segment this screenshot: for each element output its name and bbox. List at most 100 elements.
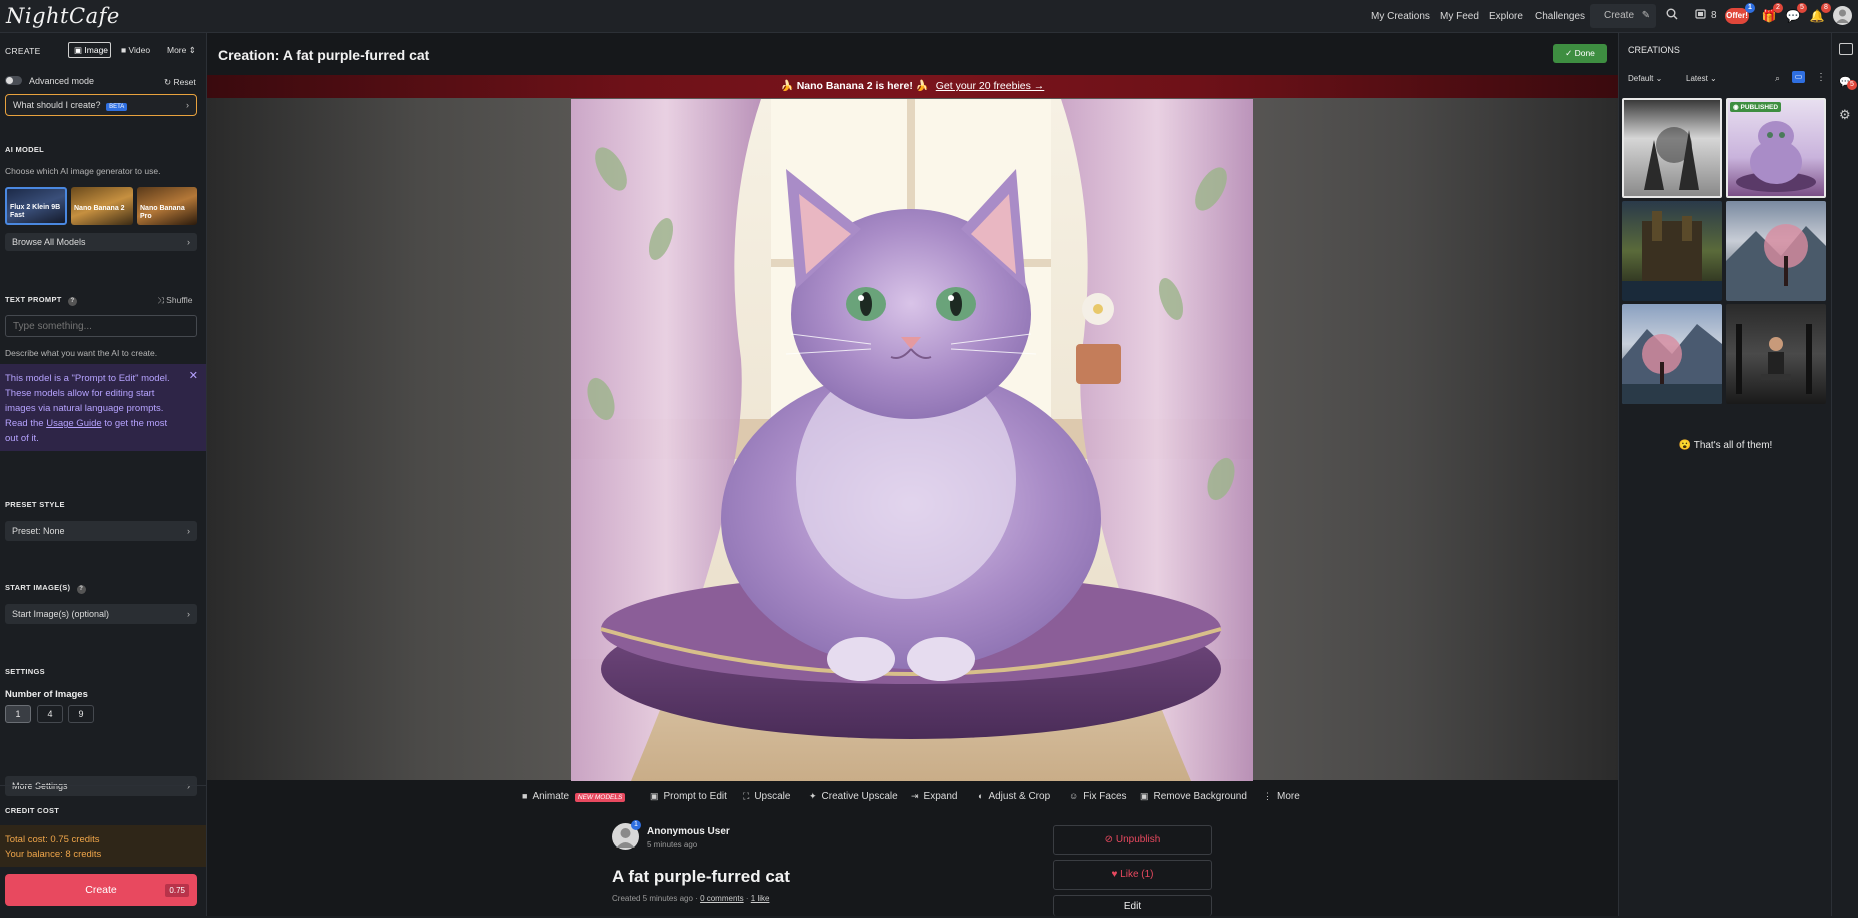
more-settings-button[interactable]: More Settings › — [5, 776, 197, 796]
tab-video[interactable]: ■ Video — [121, 45, 150, 55]
reset-label: Reset — [173, 77, 196, 87]
nav-my-feed[interactable]: My Feed — [1440, 11, 1479, 22]
creation-thumbnail[interactable] — [1622, 98, 1722, 198]
help-icon[interactable]: ? — [68, 297, 78, 306]
settings-title: SETTINGS — [5, 667, 45, 676]
browse-models-label: Browse All Models — [12, 237, 86, 247]
creation-thumbnail[interactable] — [1726, 304, 1826, 404]
gear-icon[interactable]: ⚙ — [1839, 107, 1851, 123]
comments-link[interactable]: 0 comments — [700, 894, 744, 903]
help-icon[interactable]: ? — [76, 585, 86, 594]
what-should-i-create-button[interactable]: What should I create? BETA › — [5, 94, 197, 116]
eye-off-icon: ⊘ — [1104, 834, 1116, 845]
model-card-flux[interactable]: Flux 2 Klein 9B Fast — [5, 187, 67, 225]
remove-background-label: Remove Background — [1153, 791, 1247, 802]
edit-button[interactable]: Edit — [1053, 895, 1212, 916]
sort-default-dropdown[interactable]: Default ⌄ — [1628, 74, 1662, 83]
animate-button[interactable]: ■ Animate NEW MODELS — [522, 788, 626, 805]
gallery-panel-icon[interactable] — [1839, 43, 1853, 55]
num-images-option-1[interactable]: 1 — [5, 705, 31, 723]
model-card-nano-banana-pro[interactable]: Nano Banana Pro — [137, 187, 197, 225]
remove-background-button[interactable]: ▣ Remove Background — [1140, 788, 1247, 805]
creation-thumbnail[interactable] — [1726, 201, 1826, 301]
expand-button[interactable]: ⇥ Expand — [911, 788, 957, 805]
done-button[interactable]: ✓ Done — [1553, 44, 1607, 63]
more-vertical-icon: ⋮ — [1263, 791, 1272, 801]
nav-create-button[interactable]: Create ✎ — [1590, 4, 1656, 28]
nav-my-creations[interactable]: My Creations — [1371, 11, 1430, 22]
tab-more[interactable]: More ⇕ — [167, 45, 196, 56]
model-name: Nano Banana 2 — [74, 205, 125, 212]
folder-icon[interactable]: ▭ — [1792, 71, 1805, 83]
chat-icon[interactable]: 💬 5 — [1785, 3, 1807, 24]
chevron-updown-icon: ⇕ — [188, 45, 196, 55]
reset-button[interactable]: ↻ Reset — [164, 77, 196, 88]
search-icon[interactable] — [1664, 8, 1680, 24]
gift-icon[interactable]: 🎁 2 — [1761, 3, 1783, 24]
offer-button[interactable]: Offer! 1 — [1725, 3, 1755, 24]
offer-badge: 1 — [1745, 3, 1755, 13]
creation-image[interactable] — [571, 99, 1253, 781]
adjust-crop-button[interactable]: ◐ Adjust & Crop — [978, 788, 1050, 805]
user-avatar[interactable]: 1 — [612, 820, 641, 850]
nav-create-label: Create — [1604, 10, 1635, 21]
beta-badge: BETA — [106, 103, 128, 111]
nav-explore[interactable]: Explore — [1489, 11, 1523, 22]
shuffle-button[interactable]: ⤨ Shuffle — [157, 295, 192, 306]
expand-label: Expand — [923, 791, 958, 802]
search-icon[interactable]: ⌕ — [1775, 73, 1780, 84]
prompt-to-edit-button[interactable]: ▣ Prompt to Edit — [650, 788, 727, 805]
nav-challenges[interactable]: Challenges — [1535, 11, 1585, 22]
model-card-nano-banana-2[interactable]: Nano Banana 2 — [71, 187, 133, 225]
start-images-title: START IMAGE(S) ? — [5, 583, 86, 594]
model-name: Nano Banana Pro — [140, 205, 185, 220]
create-button-label: Create — [85, 884, 117, 896]
start-images-select[interactable]: Start Image(s) (optional) › — [5, 604, 197, 624]
tab-image[interactable]: ▣ Image — [68, 42, 111, 58]
num-images-option-9[interactable]: 9 — [68, 705, 94, 723]
text-prompt-title-text: TEXT PROMPT — [5, 295, 62, 304]
shuffle-label: Shuffle — [166, 295, 193, 305]
page-title: Creation: A fat purple-furred cat — [218, 47, 430, 63]
close-icon[interactable]: ✕ — [189, 369, 198, 384]
user-name[interactable]: Anonymous User — [647, 826, 730, 837]
num-images-option-4[interactable]: 4 — [37, 705, 63, 723]
credits-icon[interactable] — [1693, 8, 1709, 24]
like-button[interactable]: ♥ Like (1) — [1053, 860, 1212, 890]
chevron-right-icon: › — [187, 526, 190, 536]
tab-more-label: More — [167, 45, 187, 55]
bell-icon[interactable]: 🔔 8 — [1809, 3, 1831, 24]
banner-text: 🍌 Nano Banana 2 is here! 🍌 — [780, 80, 929, 92]
avatar[interactable] — [1833, 6, 1852, 25]
gift-badge: 2 — [1773, 3, 1783, 13]
nightcafe-logo[interactable]: NightCafe — [6, 4, 120, 28]
create-button[interactable]: Create 0.75 — [5, 874, 197, 906]
likes-link[interactable]: 1 like — [751, 894, 770, 903]
your-balance: Your balance: 8 credits — [5, 849, 102, 860]
created-time: Created 5 minutes ago — [612, 894, 693, 903]
usage-guide-link[interactable]: Usage Guide — [46, 418, 101, 429]
chat-badge: 5 — [1847, 80, 1857, 90]
more-tools-button[interactable]: ⋮ More — [1263, 788, 1300, 805]
ai-model-desc: Choose which AI image generator to use. — [5, 166, 161, 176]
advanced-mode-label: Advanced mode — [29, 76, 95, 86]
creative-upscale-button[interactable]: ✦ Creative Upscale — [809, 788, 898, 805]
prompt-input[interactable] — [5, 315, 197, 337]
creation-thumbnail[interactable] — [1622, 304, 1722, 404]
bell-badge: 8 — [1821, 3, 1831, 13]
sort-latest-dropdown[interactable]: Latest ⌄ — [1686, 74, 1717, 83]
banner-link[interactable]: Get your 20 freebies → — [936, 80, 1045, 92]
more-vertical-icon[interactable]: ⋮ — [1816, 72, 1826, 83]
unpublish-button[interactable]: ⊘ Unpublish — [1053, 825, 1212, 855]
fix-faces-button[interactable]: ☺ Fix Faces — [1069, 788, 1127, 805]
creation-thumbnail[interactable] — [1622, 201, 1722, 301]
upscale-button[interactable]: ⛶ Upscale — [743, 788, 790, 805]
chat-icon[interactable]: 💬 5 — [1839, 77, 1857, 90]
chat-badge: 5 — [1797, 3, 1807, 13]
creation-thumbnail-selected[interactable]: ◉ PUBLISHED — [1726, 98, 1826, 198]
browse-all-models-button[interactable]: Browse All Models › — [5, 233, 197, 251]
advanced-mode-toggle[interactable] — [5, 76, 22, 85]
start-images-value: Start Image(s) (optional) — [12, 609, 110, 619]
preset-style-select[interactable]: Preset: None › — [5, 521, 197, 541]
chevron-down-icon: ⌄ — [1710, 74, 1717, 83]
